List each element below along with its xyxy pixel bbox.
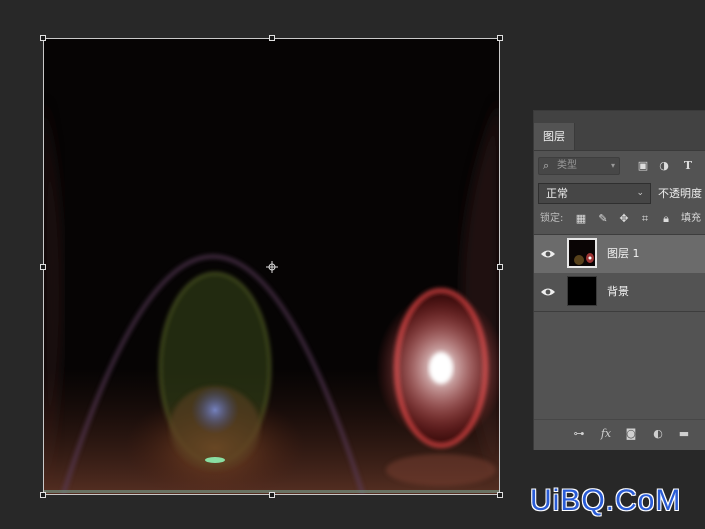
search-icon: ⌕ [543, 159, 550, 172]
type-filter-icon[interactable]: T [681, 159, 695, 173]
new-group-icon[interactable]: ▬ [677, 427, 691, 441]
layer-row[interactable]: 背景 [534, 273, 705, 312]
transform-handle-bottom-right[interactable] [497, 492, 503, 498]
lock-label: 锁定: [540, 213, 564, 224]
transform-handle-top-left[interactable] [40, 35, 46, 41]
panel-tab-bar: 图层 [534, 111, 705, 151]
watermark-logo: UiBQ.CoM [530, 484, 682, 517]
transform-handle-bottom-left[interactable] [40, 492, 46, 498]
layer-thumbnail [567, 276, 597, 306]
layer-row[interactable]: 图层 1 [534, 234, 705, 274]
fx-icon[interactable]: fx [599, 427, 613, 441]
fill-label: 填充 [681, 213, 701, 224]
lock-all-icon[interactable]: 🔒︎ [659, 212, 673, 226]
filter-kind-label: 类型 [557, 160, 577, 171]
link-layers-icon[interactable]: ⊶ [572, 427, 586, 441]
layer-filter-row: ⌕ 类型 ▾ ▣ ◑ T [534, 156, 705, 178]
filter-kind-select[interactable]: ⌕ 类型 ▾ [538, 157, 620, 175]
visibility-eye-icon[interactable] [540, 285, 556, 299]
panel-footer: ⊶ fx ◙ ◐ ▬ [534, 419, 705, 448]
layers-panel: 图层 ⌕ 类型 ▾ ▣ ◑ T 正常 ⌄ 不透明度 锁定: ▦ ✎ ✥ ⌗ 🔒︎… [533, 110, 705, 450]
lock-row: 锁定: ▦ ✎ ✥ ⌗ 🔒︎ 填充 [534, 209, 705, 229]
chevron-down-icon: ▾ [610, 161, 615, 170]
blend-mode-select[interactable]: 正常 ⌄ [538, 183, 651, 204]
layer-name: 背景 [607, 285, 629, 298]
tab-layers[interactable]: 图层 [534, 123, 575, 150]
layer-thumbnail [567, 238, 597, 268]
opacity-label: 不透明度 [658, 187, 702, 200]
transform-handle-top[interactable] [269, 35, 275, 41]
transform-handle-right[interactable] [497, 264, 503, 270]
transform-handle-left[interactable] [40, 264, 46, 270]
add-mask-icon[interactable]: ◙ [624, 427, 638, 441]
reference-point-icon[interactable] [266, 261, 278, 273]
layer-name: 图层 1 [607, 247, 640, 260]
lock-transparent-icon[interactable]: ▦ [574, 212, 588, 226]
lock-artboard-icon[interactable]: ⌗ [638, 212, 652, 226]
transform-handle-top-right[interactable] [497, 35, 503, 41]
chevron-down-icon: ⌄ [636, 188, 644, 198]
visibility-eye-icon[interactable] [540, 247, 556, 261]
transform-handle-bottom[interactable] [269, 492, 275, 498]
lock-paint-icon[interactable]: ✎ [596, 212, 610, 226]
blend-mode-value: 正常 [546, 187, 568, 200]
adjustment-filter-icon[interactable]: ◑ [657, 159, 671, 173]
blend-row: 正常 ⌄ 不透明度 [534, 183, 705, 205]
adjustment-layer-icon[interactable]: ◐ [651, 427, 665, 441]
image-filter-icon[interactable]: ▣ [636, 159, 650, 173]
lock-move-icon[interactable]: ✥ [617, 212, 631, 226]
